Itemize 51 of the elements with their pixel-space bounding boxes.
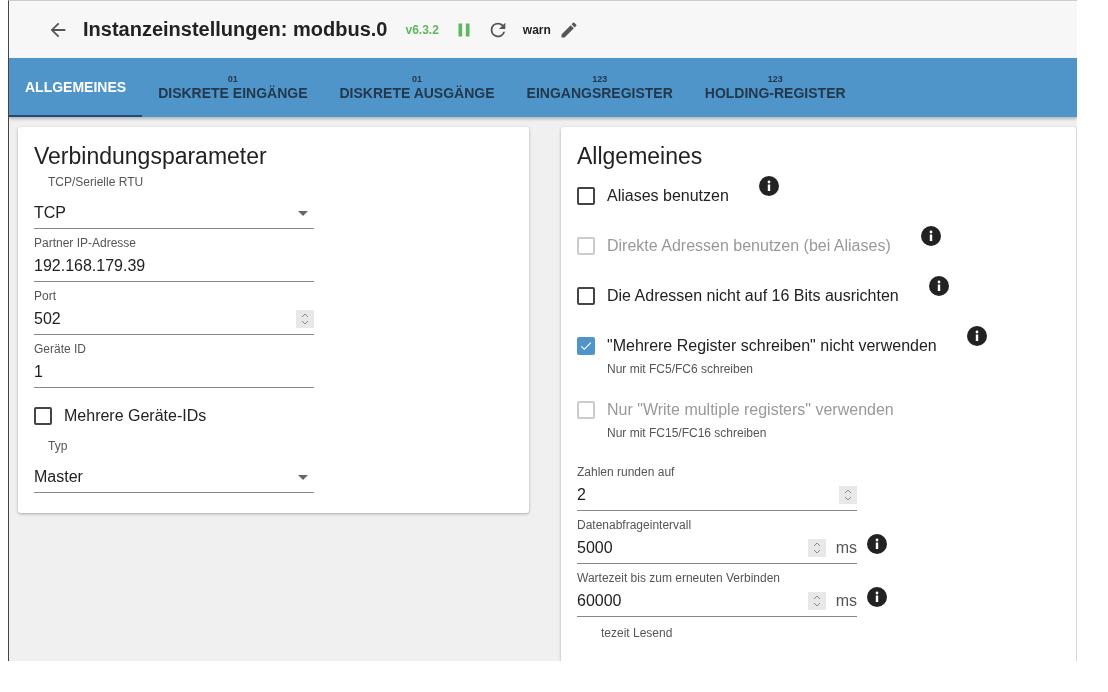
checkbox[interactable] [34,407,52,425]
input-field[interactable]: 502 [34,304,314,335]
checkbox-label: Mehrere Geräte-IDs [64,407,207,425]
checkbox[interactable] [577,187,595,205]
dropdown-caret-icon [298,474,308,480]
unit-label: ms [835,539,857,557]
spinner-icon[interactable] [296,310,314,328]
info-icon[interactable] [928,276,949,296]
dropdown-caret-icon [298,210,308,216]
field-label: Datenabfrageintervall [577,517,693,533]
info-icon[interactable] [966,326,987,346]
select-field[interactable]: TCP [34,198,314,229]
input-field[interactable]: 1 [34,357,314,388]
checkbox-label: Direkte Adressen benutzen (bei Aliases) [607,237,891,255]
checkbox-label: Die Adressen nicht auf 16 Bits ausrichten [607,287,899,305]
info-icon[interactable] [758,176,779,196]
tab[interactable]: 01 DISKRETE AUSGÄNGE [323,58,511,117]
spinner-icon[interactable] [807,539,826,557]
input-field[interactable]: 5000 ms [577,533,857,564]
checkbox-label: "Mehrere Register schreiben" nicht verwenden [607,337,937,355]
page-title: Instanzeinstellungen: modbus.0 [83,18,388,41]
hint-text: Nur mit FC5/FC6 schreiben [606,362,755,376]
tab[interactable]: 123 HOLDING-REGISTER [688,58,862,117]
version-label: v6.3.2 [405,22,439,37]
tab[interactable]: 01 DISKRETE EINGÄNGE [142,58,324,117]
input-field[interactable]: 2 [577,480,857,511]
field-label: Zahlen runden auf [577,464,676,480]
checkbox-label: Nur "Write multiple registers" verwenden [607,401,894,419]
info-icon[interactable] [867,533,887,554]
tab[interactable]: 123 EINGANGSREGISTER [510,58,689,117]
spinner-icon[interactable] [839,486,857,504]
card-title: Verbindungsparameter [34,143,268,170]
checkbox-label: Aliases benutzen [607,187,729,205]
field-label: Typ [47,438,69,454]
checkbox[interactable] [577,337,595,355]
input-field[interactable]: 60000 ms [577,586,857,617]
field-label: Partner IP-Adresse [34,235,138,251]
field-label: Geräte ID [34,341,88,357]
select-field[interactable]: Master [34,462,314,493]
field-label: Wartezeit bis zum erneuten Verbinden [577,570,781,586]
field-label: TCP/Serielle RTU [47,174,145,190]
spinner-icon[interactable] [807,592,826,610]
unit-label: ms [835,592,857,610]
input-field[interactable]: 192.168.179.39 [34,251,314,282]
hint-text: Nur mit FC15/FC16 schreiben [606,426,768,440]
card-title: Allgemeines [577,143,704,170]
info-icon[interactable] [867,586,887,607]
log-level-label: warn [522,22,551,37]
field-label: Port [34,288,57,304]
checkbox[interactable] [577,287,595,305]
field-label: tezeit Lesend [600,625,674,641]
